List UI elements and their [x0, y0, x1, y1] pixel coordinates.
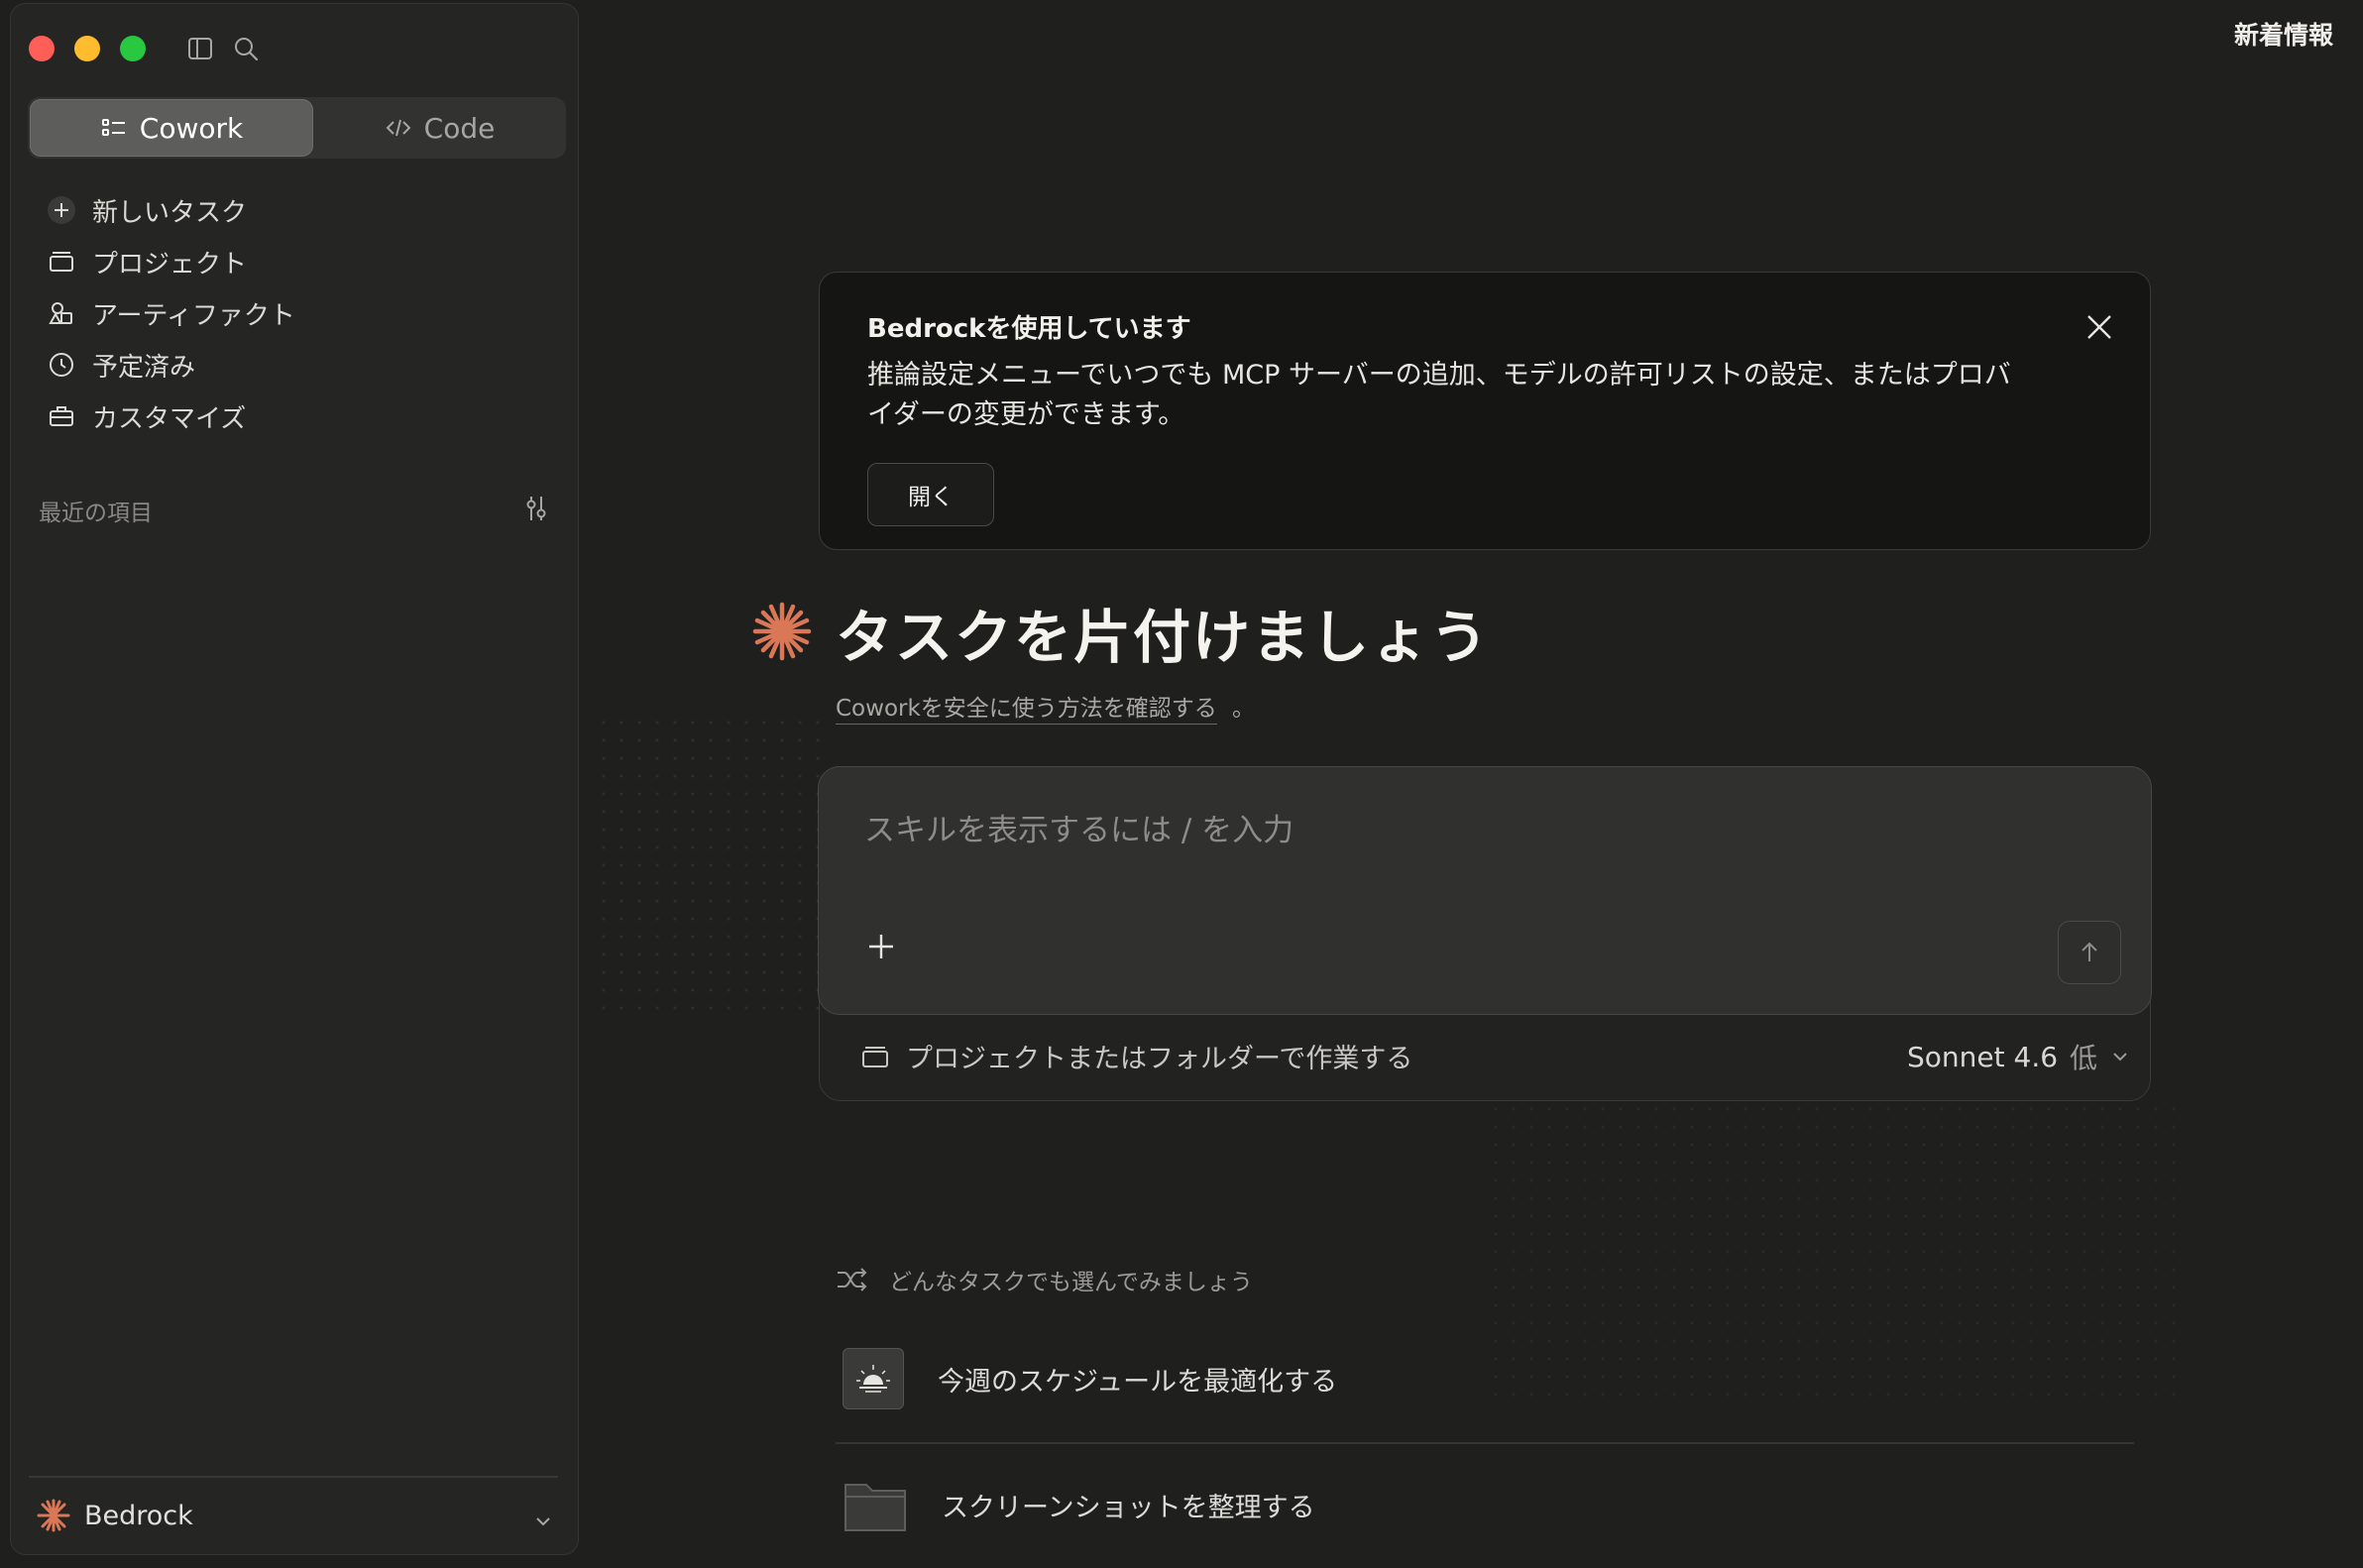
chevron-down-icon[interactable] — [532, 1511, 554, 1532]
dot-pattern — [595, 714, 823, 1011]
minimize-window-button[interactable] — [74, 36, 100, 61]
sidebar-divider — [29, 1476, 558, 1478]
banner-body: 推論設定メニューでいつでも MCP サーバーの追加、モデルの許可リストの設定、ま… — [867, 360, 2011, 430]
page-title: タスクを片付けましょう — [836, 604, 1491, 671]
sidebar-item-label: 新しいタスク — [92, 197, 248, 228]
close-window-button[interactable] — [29, 36, 55, 61]
folder-icon — [860, 1042, 890, 1071]
tab-code-label: Code — [423, 111, 496, 145]
send-button[interactable] — [2058, 921, 2121, 984]
tab-code[interactable]: Code — [315, 99, 564, 157]
plus-icon — [866, 932, 896, 961]
sidebar-item-label: 予定済み — [92, 352, 196, 383]
dot-pattern — [1487, 1100, 2181, 1398]
sidebar: Cowork Code 新しいタスク プロジェクト アーティファクト 予定済み — [10, 3, 579, 1555]
shapes-icon — [47, 298, 76, 328]
sidebar-item-label: プロジェクト — [92, 249, 248, 280]
project-folder-label: プロジェクトまたはフォルダーで作業する — [906, 1044, 1413, 1074]
bedrock-banner: Bedrockを使用しています 推論設定メニューでいつでも MCP サーバーの追… — [819, 272, 2151, 550]
maximize-window-button[interactable] — [120, 36, 146, 61]
model-selector[interactable]: Sonnet 4.6 低 — [1907, 1037, 2131, 1076]
sunrise-icon — [843, 1348, 904, 1409]
folder-icon — [47, 247, 76, 277]
project-folder-selector[interactable]: プロジェクトまたはフォルダーで作業する — [860, 1037, 1412, 1075]
banner-title: Bedrockを使用しています — [867, 314, 1191, 344]
filter-icon[interactable] — [521, 494, 551, 523]
recent-label: 最近の項目 — [39, 501, 153, 526]
briefcase-icon — [47, 401, 76, 431]
suggestions-label: どんなタスクでも選んでみましょう — [889, 1270, 1253, 1295]
sidebar-item-projects[interactable]: プロジェクト — [47, 240, 247, 283]
add-attachment-button[interactable] — [866, 932, 896, 961]
sidebar-item-label: アーティファクト — [92, 300, 295, 331]
chevron-down-icon — [2109, 1046, 2131, 1067]
tab-cowork[interactable]: Cowork — [30, 99, 313, 157]
sidebar-item-scheduled[interactable]: 予定済み — [47, 343, 195, 387]
suggestion-item[interactable]: 今週のスケジュールを最適化する — [843, 1348, 1337, 1409]
suggestion-item[interactable]: スクリーンショットを整理する — [843, 1475, 1315, 1534]
account-switcher[interactable]: Bedrock — [37, 1499, 193, 1532]
checklist-icon — [100, 114, 128, 142]
whats-new-link[interactable]: 新着情報 — [2234, 16, 2333, 52]
suggestion-label: スクリーンショットを整理する — [942, 1492, 1315, 1523]
starburst-icon — [37, 1499, 70, 1532]
safety-link-punctuation: 。 — [1232, 696, 1255, 722]
effort-level: 低 — [2070, 1042, 2098, 1074]
sidebar-item-new-task[interactable]: 新しいタスク — [47, 188, 247, 232]
safety-link[interactable]: Coworkを安全に使う方法を確認する — [836, 689, 1217, 725]
plus-icon — [47, 195, 76, 225]
close-icon[interactable] — [2084, 312, 2114, 342]
task-input[interactable] — [862, 805, 2056, 856]
sidebar-item-customize[interactable]: カスタマイズ — [47, 394, 246, 438]
mode-switcher: Cowork Code — [28, 97, 566, 159]
arrow-up-icon — [2077, 940, 2102, 965]
shuffle-icon[interactable] — [836, 1267, 869, 1292]
search-icon[interactable] — [231, 34, 261, 63]
sidebar-item-label: カスタマイズ — [92, 403, 247, 434]
clock-icon — [47, 350, 76, 380]
sidebar-toggle-icon[interactable] — [185, 34, 215, 63]
folder-icon — [843, 1475, 908, 1534]
suggestion-label: 今週のスケジュールを最適化する — [938, 1366, 1338, 1398]
banner-open-button[interactable]: 開く — [867, 463, 994, 526]
suggestion-divider — [836, 1442, 2134, 1444]
starburst-icon — [751, 601, 813, 662]
model-name: Sonnet 4.6 — [1907, 1040, 2059, 1073]
tab-cowork-label: Cowork — [139, 111, 244, 145]
code-icon — [385, 114, 412, 142]
suggestions-header: どんなタスクでも選んでみましょう — [836, 1263, 1253, 1296]
account-name: Bedrock — [84, 1500, 193, 1531]
composer — [818, 766, 2152, 1015]
sidebar-item-artifacts[interactable]: アーティファクト — [47, 291, 295, 335]
